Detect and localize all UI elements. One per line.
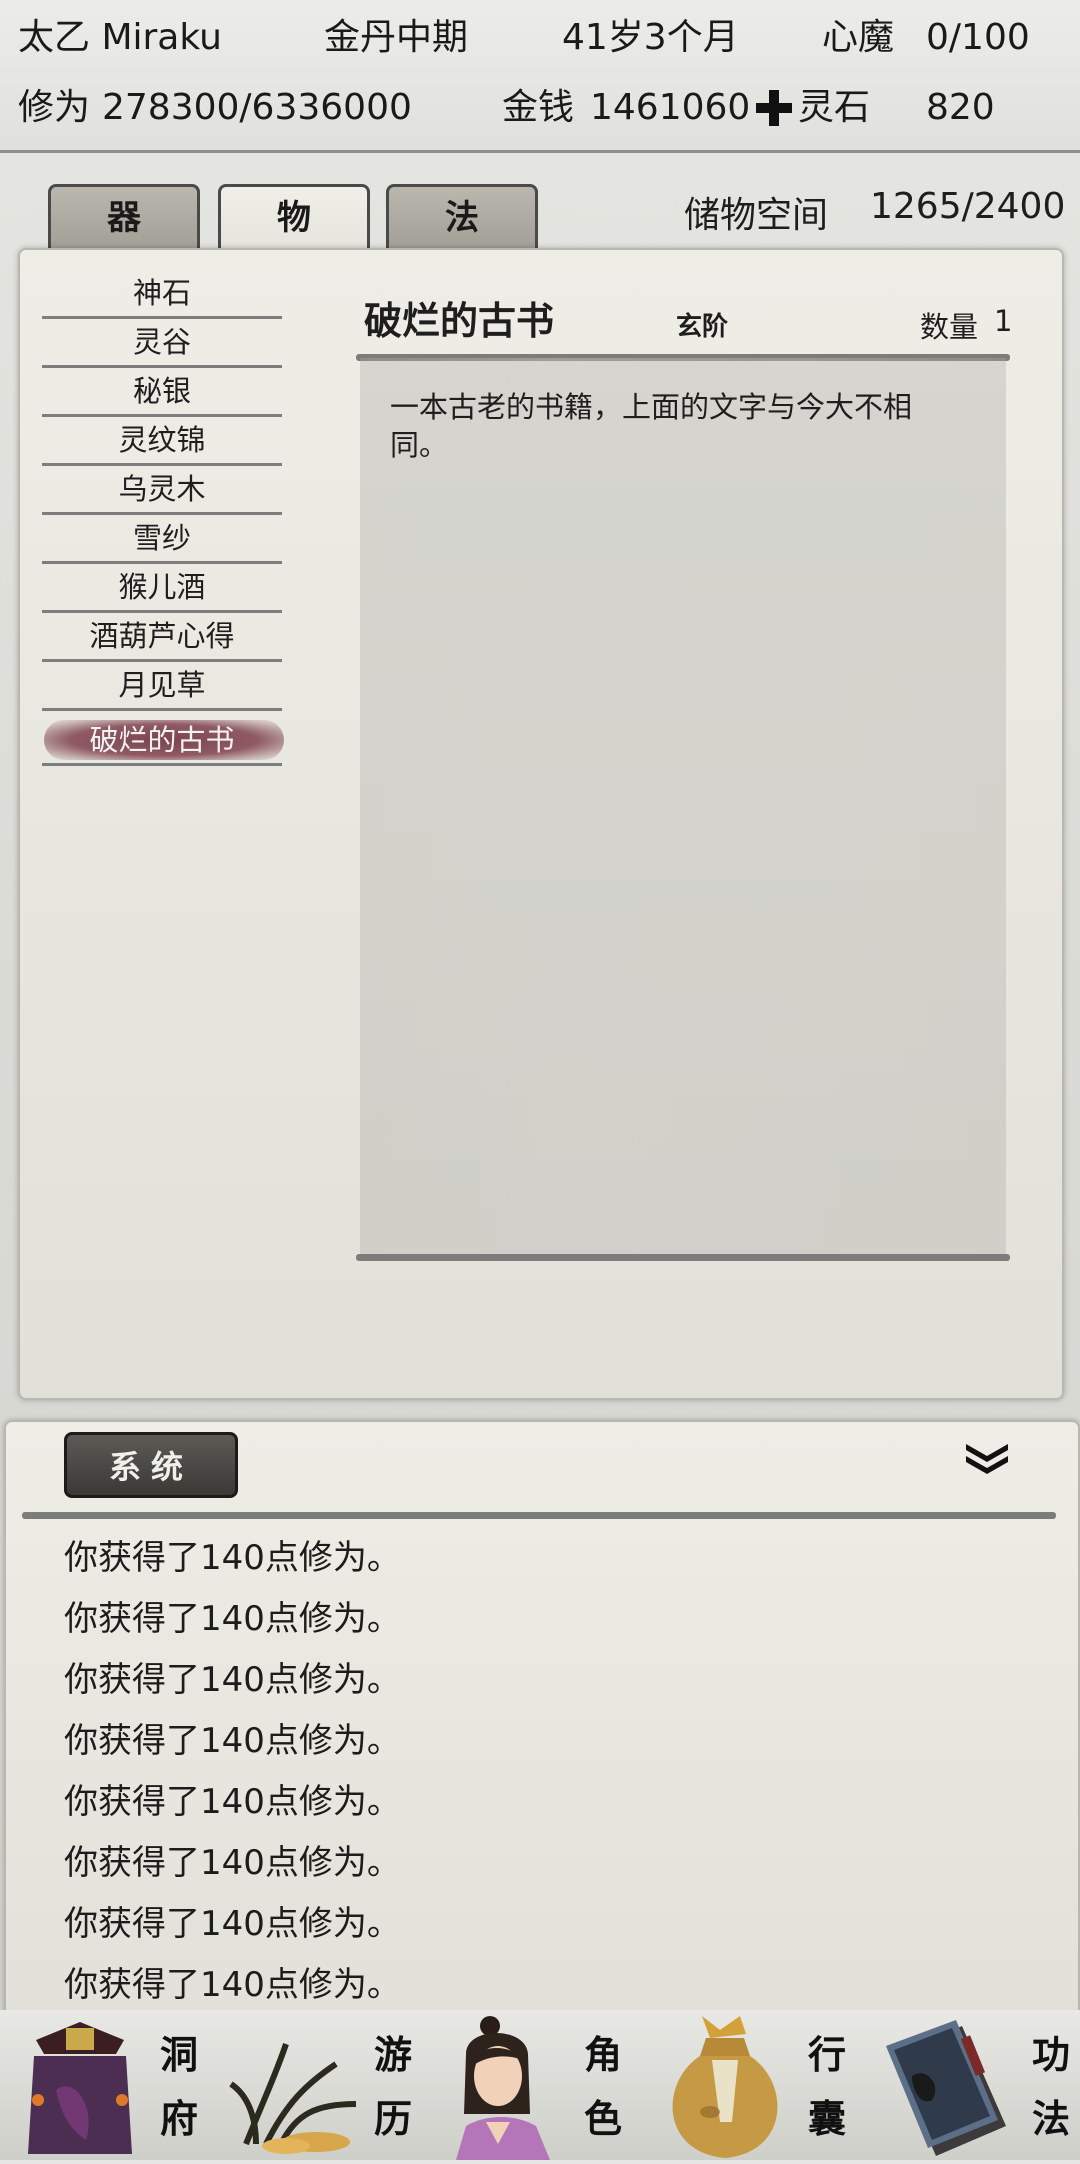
list-item[interactable]: 酒葫芦心得 (42, 613, 282, 662)
log-message: 你获得了140点修为。 (64, 1660, 401, 1700)
bag-icon (650, 2012, 800, 2160)
nav-label-top: 功 (1031, 2032, 1070, 2077)
list-item[interactable]: 神石 (42, 270, 282, 319)
age-text: 41岁3个月 (562, 17, 739, 58)
cultivation-label: 修为 (18, 87, 91, 128)
spirit-stone-label: 灵石 (798, 87, 871, 128)
list-item[interactable]: 灵纹锦 (42, 417, 282, 466)
list-item[interactable]: 秘银 (42, 368, 282, 417)
list-item[interactable]: 乌灵木 (42, 466, 282, 515)
spirit-stone-icon (752, 86, 796, 130)
status-bar: 太乙 Miraku 金丹中期 41岁3个月 心魔 0/100 修为 278300… (0, 0, 1080, 153)
log-message: 你获得了140点修为。 (64, 1843, 401, 1883)
nav-label-bottom: 色 (583, 2096, 622, 2141)
nav-techniques[interactable]: 功 法 (860, 2010, 1080, 2160)
log-divider (22, 1512, 1056, 1519)
log-message: 你获得了140点修为。 (64, 1721, 401, 1761)
tab-items[interactable]: 物 (218, 184, 370, 250)
description-box (360, 358, 1006, 1258)
log-message: 你获得了140点修为。 (64, 1599, 401, 1639)
nav-bag[interactable]: 行 囊 (640, 2010, 860, 2160)
collapse-chevron-icon[interactable] (962, 1440, 1012, 1476)
nav-travel[interactable]: 游 历 (210, 2010, 430, 2160)
list-item[interactable]: 月见草 (42, 662, 282, 711)
nav-cave-dwelling[interactable]: 洞 府 (0, 2010, 210, 2160)
bottom-nav: 洞 府 游 历 角 色 行 囊 功 法 (0, 2010, 1080, 2160)
nav-label-bottom: 府 (159, 2096, 198, 2141)
realm-text: 金丹中期 (324, 17, 469, 58)
nav-label-bottom: 法 (1031, 2096, 1070, 2141)
tab-equipment[interactable]: 器 (48, 184, 200, 250)
list-item[interactable]: 猴儿酒 (42, 564, 282, 613)
travel-grass-icon (226, 2034, 366, 2154)
books-icon (872, 2016, 1022, 2158)
player-name: 太乙 Miraku (18, 17, 222, 58)
heart-demon-value: 0/100 (926, 17, 1030, 58)
nav-label-bottom: 历 (373, 2096, 412, 2141)
log-message: 你获得了140点修为。 (64, 1538, 401, 1578)
nav-character[interactable]: 角 色 (430, 2010, 640, 2160)
item-grade: 玄阶 (676, 312, 729, 342)
log-message: 你获得了140点修为。 (64, 1965, 401, 2005)
heart-demon-label: 心魔 (822, 17, 895, 58)
list-item[interactable]: 灵谷 (42, 319, 282, 368)
quantity-value: 1 (994, 304, 1013, 338)
list-item[interactable]: 雪纱 (42, 515, 282, 564)
log-message: 你获得了140点修为。 (64, 1904, 401, 1944)
money-value: 1461060 (590, 87, 751, 128)
item-description-line-2: 同。 (390, 428, 449, 462)
storage-label: 储物空间 (684, 195, 829, 236)
system-log-tab[interactable]: 系统 (64, 1432, 238, 1498)
character-portrait-icon (446, 2014, 566, 2160)
item-description-line-1: 一本古老的书籍，上面的文字与今大不相 (390, 390, 913, 424)
nav-label-bottom: 囊 (807, 2096, 846, 2141)
cave-dwelling-icon (16, 2020, 144, 2156)
money-label: 金钱 (502, 87, 575, 128)
storage-value: 1265/2400 (870, 186, 1066, 227)
nav-label-top: 洞 (159, 2032, 198, 2077)
spirit-stone-value: 820 (926, 87, 995, 128)
log-message: 你获得了140点修为。 (64, 1782, 401, 1822)
list-item-selected[interactable]: 破烂的古书 (42, 717, 282, 766)
nav-label-top: 行 (807, 2032, 846, 2077)
cultivation-value: 278300/6336000 (102, 87, 412, 128)
nav-label-top: 角 (583, 2032, 622, 2077)
item-title: 破烂的古书 (364, 298, 555, 343)
detail-bottom-divider (356, 1254, 1010, 1261)
quantity-label: 数量 (920, 310, 979, 344)
tab-techniques[interactable]: 法 (386, 184, 538, 250)
nav-label-top: 游 (373, 2032, 412, 2077)
